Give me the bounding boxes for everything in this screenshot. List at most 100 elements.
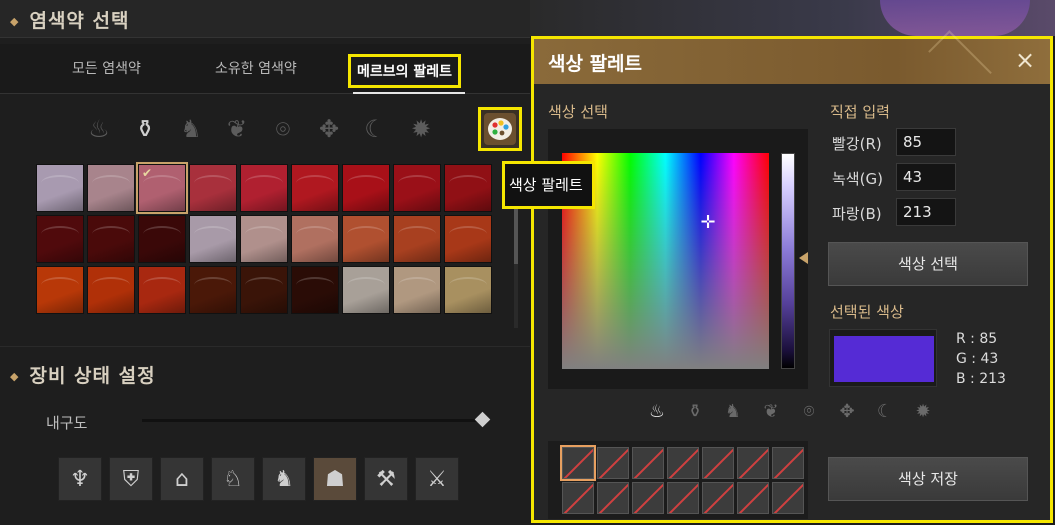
- dye-swatch[interactable]: [240, 164, 288, 212]
- dye-swatch[interactable]: [393, 215, 441, 263]
- red-readout: R : 85: [956, 331, 998, 347]
- horse-saddle-icon[interactable]: ♞: [262, 457, 306, 501]
- tab-merv-palette[interactable]: 메르브의 팔레트: [348, 54, 462, 88]
- potion-icon[interactable]: ⚱: [682, 399, 708, 425]
- crosshair-icon[interactable]: ✛: [699, 214, 717, 232]
- palette-tooltip: 색상 팔레트: [502, 161, 595, 209]
- diamond-icon: ◆: [10, 370, 20, 383]
- dye-swatch[interactable]: [393, 164, 441, 212]
- compass-icon[interactable]: ⌾: [266, 112, 300, 146]
- dye-swatch[interactable]: ✔: [136, 162, 188, 214]
- empty-color-slot[interactable]: [737, 482, 769, 514]
- weapon-pile-icon[interactable]: ⚒: [364, 457, 408, 501]
- dye-swatch[interactable]: [87, 164, 135, 212]
- durability-label: 내구도: [46, 414, 88, 432]
- green-input[interactable]: [896, 163, 956, 191]
- save-color-button[interactable]: 색상 저장: [828, 457, 1028, 501]
- dye-swatch[interactable]: [444, 266, 492, 314]
- empty-color-slot[interactable]: [702, 447, 734, 479]
- dragon-icon[interactable]: ❦: [758, 399, 784, 425]
- tab-all-dyes[interactable]: 모든 염색약: [72, 58, 141, 78]
- selected-color-label: 선택된 색상: [830, 303, 904, 321]
- dye-swatch[interactable]: [342, 164, 390, 212]
- color-select-label: 색상 선택: [548, 103, 608, 121]
- moon-icon[interactable]: ☾: [872, 399, 898, 425]
- empty-color-slot[interactable]: [562, 482, 594, 514]
- dye-swatch[interactable]: [342, 266, 390, 314]
- dye-pot-icon[interactable]: ♨: [644, 399, 670, 425]
- helmet-icon[interactable]: ⌂: [160, 457, 204, 501]
- dye-swatch[interactable]: [87, 215, 135, 263]
- empty-color-slot[interactable]: [772, 447, 804, 479]
- horse-icon[interactable]: ♞: [174, 112, 208, 146]
- dye-swatch[interactable]: [189, 164, 237, 212]
- dye-select-header: ◆ 염색약 선택: [0, 0, 530, 38]
- hood-icon[interactable]: ☗: [313, 457, 357, 501]
- color-palette-dialog: 색상 팔레트 × 색상 선택 직접 입력 ✛ 빨강(R) 녹색(G) 파랑(B)…: [531, 30, 1053, 523]
- color-palette-button[interactable]: [478, 107, 522, 151]
- sword-icon[interactable]: ⚔: [415, 457, 459, 501]
- eagle-icon[interactable]: ✥: [834, 399, 860, 425]
- compass-icon[interactable]: ⌾: [796, 399, 822, 425]
- selected-color-swatch: [834, 336, 934, 382]
- blue-input[interactable]: [896, 198, 956, 226]
- empty-color-slot[interactable]: [632, 447, 664, 479]
- armor-icon[interactable]: ♆: [58, 457, 102, 501]
- gear-target-icon[interactable]: ✹: [910, 399, 936, 425]
- dragon-icon[interactable]: ❦: [220, 112, 254, 146]
- palette-icon: [484, 113, 516, 145]
- eagle-icon[interactable]: ✥: [312, 112, 346, 146]
- selected-color-preview: [829, 329, 937, 387]
- scroll-thumb[interactable]: [514, 204, 518, 264]
- left-panel: ◆ 염색약 선택 모든 염색약 소유한 염색약 메르브의 팔레트 ♨ ⚱ ♞ ❦ …: [0, 0, 530, 525]
- durability-slider-knob[interactable]: [474, 411, 491, 428]
- dye-swatch[interactable]: [138, 266, 186, 314]
- check-icon: ✔: [142, 166, 153, 180]
- dye-swatch[interactable]: [36, 215, 84, 263]
- red-input[interactable]: [896, 128, 956, 156]
- empty-color-slot[interactable]: [772, 482, 804, 514]
- empty-color-slot[interactable]: [667, 447, 699, 479]
- moon-icon[interactable]: ☾: [358, 112, 392, 146]
- dye-swatch[interactable]: [342, 215, 390, 263]
- empty-color-slot[interactable]: [597, 447, 629, 479]
- dye-swatch[interactable]: [189, 266, 237, 314]
- brightness-bar[interactable]: [781, 153, 795, 369]
- empty-color-slot[interactable]: [737, 447, 769, 479]
- dye-swatch[interactable]: [240, 266, 288, 314]
- dye-swatch[interactable]: [240, 215, 288, 263]
- dye-swatch[interactable]: [36, 266, 84, 314]
- close-icon[interactable]: ×: [1012, 47, 1038, 73]
- horse-icon[interactable]: ♞: [720, 399, 746, 425]
- horse-armor-icon[interactable]: ♘: [211, 457, 255, 501]
- empty-color-slot[interactable]: [597, 482, 629, 514]
- cloak-icon[interactable]: ⛨: [109, 457, 153, 501]
- dye-pot-icon[interactable]: ♨: [82, 112, 116, 146]
- dye-swatch[interactable]: [189, 215, 237, 263]
- select-color-button[interactable]: 색상 선택: [828, 242, 1028, 286]
- diamond-icon: ◆: [10, 15, 20, 28]
- dye-swatch[interactable]: [291, 266, 339, 314]
- potion-icon[interactable]: ⚱: [128, 112, 162, 146]
- dye-swatch[interactable]: [291, 164, 339, 212]
- brightness-marker[interactable]: [799, 252, 808, 264]
- dye-swatch[interactable]: [36, 164, 84, 212]
- dye-swatch[interactable]: [444, 215, 492, 263]
- dye-swatch-grid: ✔: [36, 162, 496, 316]
- gear-target-icon[interactable]: ✹: [404, 112, 438, 146]
- durability-slider[interactable]: [142, 419, 482, 422]
- empty-color-slot[interactable]: [702, 482, 734, 514]
- dye-swatch[interactable]: [393, 266, 441, 314]
- dye-swatch[interactable]: [444, 164, 492, 212]
- game-ui: ◆ 염색약 선택 모든 염색약 소유한 염색약 메르브의 팔레트 ♨ ⚱ ♞ ❦ …: [0, 0, 1055, 525]
- dye-swatch[interactable]: [87, 266, 135, 314]
- empty-color-slot[interactable]: [667, 482, 699, 514]
- empty-color-slot[interactable]: [632, 482, 664, 514]
- equip-title-text: 장비 상태 설정: [29, 365, 156, 387]
- dye-swatch[interactable]: [138, 215, 186, 263]
- character-figure: [880, 0, 1030, 36]
- dye-swatch[interactable]: [291, 215, 339, 263]
- equip-header: ◆ 장비 상태 설정: [0, 346, 530, 396]
- tab-owned-dyes[interactable]: 소유한 염색약: [215, 58, 297, 78]
- empty-color-slot[interactable]: [560, 445, 596, 481]
